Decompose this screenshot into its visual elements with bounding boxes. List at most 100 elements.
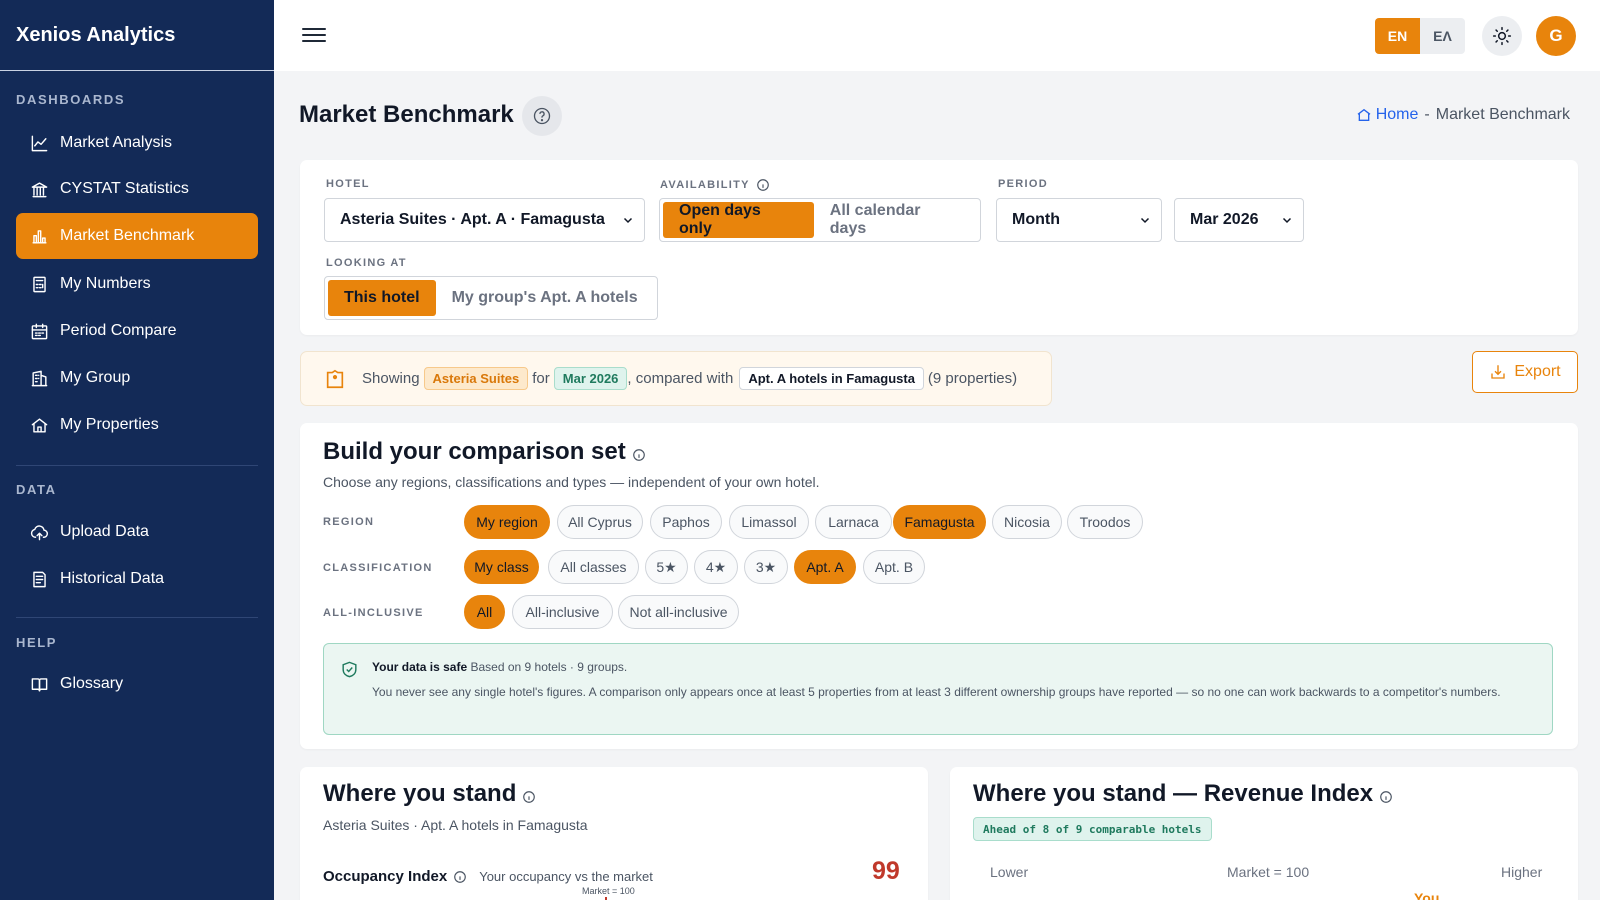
data-safety-title: Your data is safe <box>372 660 468 674</box>
class-apt-b-pill[interactable]: Apt. B <box>863 550 925 584</box>
period-select-value: Month <box>1012 211 1060 228</box>
showing-set-tag: Apt. A hotels in Famagusta <box>739 367 924 390</box>
showing-hotel-tag: Asteria Suites <box>423 367 529 390</box>
class-4-star-pill[interactable]: 4★ <box>694 550 738 584</box>
all-inclusive-label: ALL-INCLUSIVE <box>323 607 424 619</box>
info-icon[interactable] <box>632 448 646 462</box>
availability-all-days-option[interactable]: All calendar days <box>814 202 977 238</box>
classification-label: CLASSIFICATION <box>323 562 433 574</box>
book-icon <box>29 674 49 694</box>
hotel-select[interactable]: Asteria Suites · Apt. A · Famagusta <box>324 198 645 242</box>
showing-period-tag: Mar 2026 <box>553 367 628 390</box>
sidebar-item-market-analysis[interactable]: Market Analysis <box>16 120 258 166</box>
region-famagusta-pill[interactable]: Famagusta <box>893 505 986 539</box>
ai-all-pill[interactable]: All <box>464 595 505 629</box>
sidebar-item-historical-data[interactable]: Historical Data <box>16 556 258 602</box>
language-el-button[interactable]: ΕΛ <box>1420 18 1465 54</box>
class-all-classes-pill[interactable]: All classes <box>548 550 639 584</box>
class-3-star-pill[interactable]: 3★ <box>744 550 788 584</box>
looking-at-this-hotel-option[interactable]: This hotel <box>328 280 436 316</box>
shield-check-icon <box>342 661 357 678</box>
ai-not-all-inclusive-pill[interactable]: Not all-inclusive <box>618 595 739 629</box>
showing-for: for <box>532 370 550 387</box>
sidebar-item-period-compare[interactable]: Period Compare <box>16 308 258 354</box>
period-select[interactable]: Month <box>996 198 1162 242</box>
upload-cloud-icon <box>29 522 49 542</box>
breadcrumb-home[interactable]: Home <box>1356 106 1419 124</box>
availability-toggle: Open days only All calendar days <box>659 198 981 242</box>
info-icon[interactable] <box>522 790 536 804</box>
region-limassol-pill[interactable]: Limassol <box>729 505 809 539</box>
menu-toggle-icon[interactable] <box>302 24 326 46</box>
region-troodos-pill[interactable]: Troodos <box>1067 505 1143 539</box>
sidebar-item-label: Upload Data <box>60 523 149 540</box>
hotel-select-value: Asteria Suites · Apt. A · Famagusta <box>340 211 605 228</box>
revenue-scale-lower: Lower <box>990 864 1029 880</box>
data-safety-heading: Your data is safe Based on 9 hotels · 9 … <box>372 660 627 674</box>
availability-open-days-option[interactable]: Open days only <box>663 202 814 238</box>
occupancy-index-value: 99 <box>872 857 900 885</box>
breadcrumb: Home - Market Benchmark <box>1356 106 1570 124</box>
filters-card: HOTEL Asteria Suites · Apt. A · Famagust… <box>300 160 1578 335</box>
hotel-label: HOTEL <box>326 178 370 190</box>
theme-toggle-button[interactable] <box>1482 16 1522 56</box>
comparison-title: Build your comparison set <box>323 438 626 465</box>
looking-at-label: LOOKING AT <box>326 257 407 269</box>
info-icon[interactable] <box>756 178 770 192</box>
region-paphos-pill[interactable]: Paphos <box>650 505 722 539</box>
user-avatar[interactable]: G <box>1536 16 1576 56</box>
export-label: Export <box>1514 363 1561 380</box>
occupancy-market-marker: Market = 100 <box>582 886 635 896</box>
looking-at-group-option[interactable]: My group's Apt. A hotels <box>436 280 654 316</box>
comparison-subtitle: Choose any regions, classifications and … <box>323 474 820 490</box>
revenue-scale-higher: Higher <box>1501 864 1543 880</box>
sidebar-item-cystat-statistics[interactable]: CYSTAT Statistics <box>16 166 258 212</box>
month-select[interactable]: Mar 2026 <box>1174 198 1304 242</box>
sidebar-item-my-group[interactable]: My Group <box>16 355 258 401</box>
language-en-button[interactable]: EN <box>1375 18 1420 54</box>
region-nicosia-pill[interactable]: Nicosia <box>992 505 1062 539</box>
stand-title-row: Where you stand <box>323 780 536 808</box>
sidebar-item-upload-data[interactable]: Upload Data <box>16 509 258 555</box>
breadcrumb-current: Market Benchmark <box>1435 106 1570 123</box>
sidebar-item-my-numbers[interactable]: My Numbers <box>16 261 258 307</box>
download-icon <box>1491 365 1506 379</box>
period-label: PERIOD <box>998 178 1048 190</box>
sidebar-section-dashboards: DASHBOARDS <box>16 92 126 107</box>
document-list-icon <box>29 569 49 589</box>
class-apt-a-pill[interactable]: Apt. A <box>794 550 856 584</box>
showing-compared: , compared with <box>627 370 734 387</box>
looking-at-toggle: This hotel My group's Apt. A hotels <box>324 276 658 320</box>
chevron-down-icon <box>1140 217 1150 224</box>
sidebar-item-my-properties[interactable]: My Properties <box>16 402 258 448</box>
sidebar-item-label: Market Benchmark <box>60 227 195 244</box>
sidebar-item-glossary[interactable]: Glossary <box>16 661 258 707</box>
sidebar-item-market-benchmark[interactable]: Market Benchmark <box>16 213 258 259</box>
sidebar-item-label: Historical Data <box>60 570 165 587</box>
revenue-scale-market: Market = 100 <box>1227 864 1310 880</box>
help-icon[interactable] <box>522 96 562 136</box>
region-all-cyprus-pill[interactable]: All Cyprus <box>557 505 643 539</box>
sidebar-item-label: My Properties <box>60 416 159 433</box>
class-5-star-pill[interactable]: 5★ <box>645 550 688 584</box>
comparison-title-row: Build your comparison set <box>323 438 646 466</box>
region-my-region-pill[interactable]: My region <box>464 505 550 539</box>
sidebar-item-label: My Numbers <box>60 275 151 292</box>
info-icon[interactable] <box>1379 790 1393 804</box>
building-icon <box>29 368 49 388</box>
revenue-you-marker: You <box>1414 890 1440 900</box>
occupancy-index-label: Occupancy Index <box>323 868 448 885</box>
availability-label: AVAILABILITY <box>660 178 770 192</box>
occupancy-index-desc: Your occupancy vs the market <box>479 869 653 884</box>
ai-all-inclusive-pill[interactable]: All-inclusive <box>512 595 613 629</box>
export-button[interactable]: Export <box>1472 351 1578 393</box>
class-my-class-pill[interactable]: My class <box>464 550 539 584</box>
breadcrumb-home-label: Home <box>1375 106 1419 123</box>
bank-icon <box>29 179 49 199</box>
info-icon[interactable] <box>453 870 467 884</box>
sidebar-section-data: DATA <box>16 482 57 497</box>
stand-subtitle: Asteria Suites · Apt. A hotels in Famagu… <box>323 817 588 833</box>
region-larnaca-pill[interactable]: Larnaca <box>815 505 892 539</box>
revenue-index-card: Where you stand — Revenue Index Ahead of… <box>950 767 1578 900</box>
topbar: EN ΕΛ G <box>274 0 1600 71</box>
